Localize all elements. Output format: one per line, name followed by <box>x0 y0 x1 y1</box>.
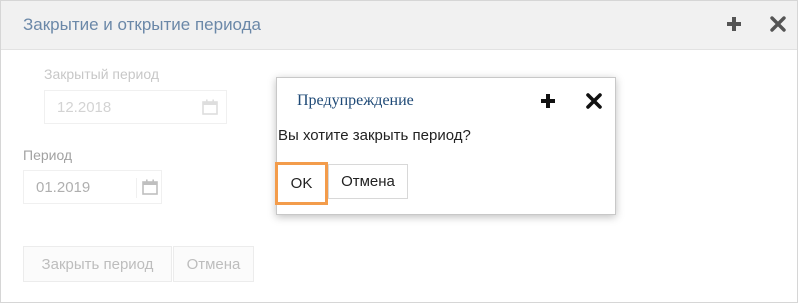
plus-icon[interactable] <box>722 12 746 36</box>
close-icon[interactable] <box>582 89 606 113</box>
dialog-message: Вы хотите закрыть период? <box>278 127 471 144</box>
window-title: Закрытие и открытие периода <box>23 15 262 34</box>
close-icon[interactable] <box>766 12 790 36</box>
window-header: Закрытие и открытие периода <box>1 1 797 50</box>
dialog-cancel-button[interactable]: Отмена <box>328 164 408 199</box>
warning-dialog: Предупреждение Вы хотите закрыть период?… <box>275 77 616 215</box>
dialog-title: Предупреждение <box>297 92 414 109</box>
ok-button[interactable]: OK <box>275 162 328 205</box>
plus-icon[interactable] <box>536 89 560 113</box>
